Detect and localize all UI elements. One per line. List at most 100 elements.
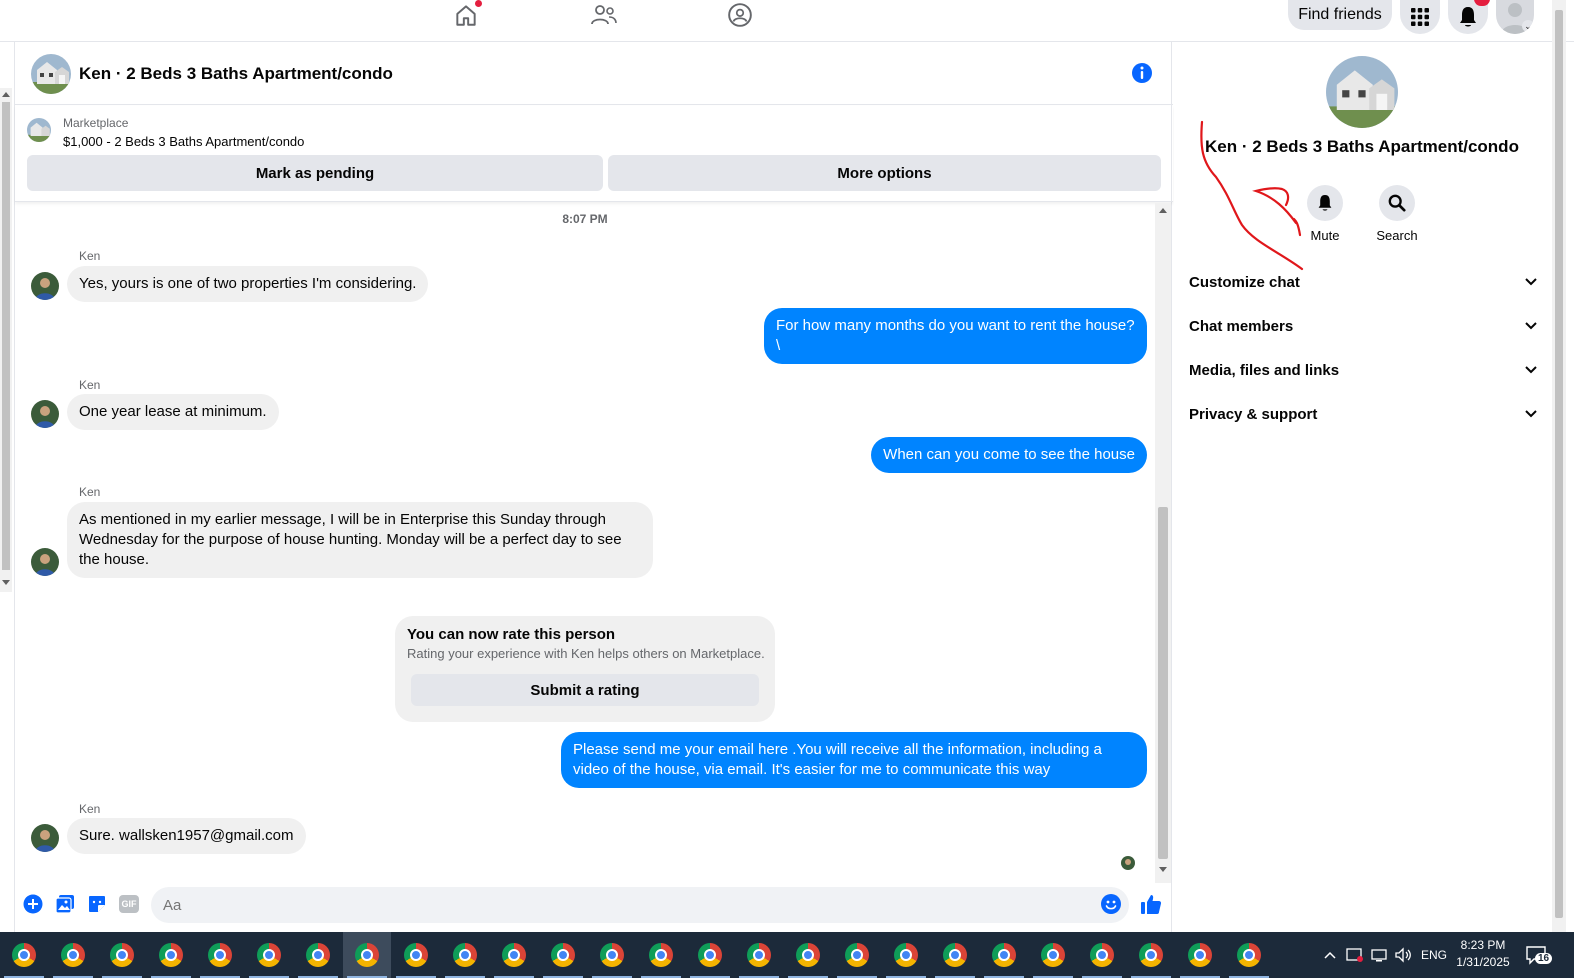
section-privacy-support[interactable]: Privacy & support xyxy=(1189,394,1537,434)
page-scrollbar[interactable] xyxy=(0,88,12,592)
section-label: Customize chat xyxy=(1189,273,1300,291)
chrome-icon xyxy=(502,943,526,967)
message-bubble-outgoing[interactable]: For how many months do you want to rent … xyxy=(764,308,1147,364)
sender-avatar[interactable] xyxy=(31,400,59,428)
taskbar-chrome-app[interactable] xyxy=(98,932,146,978)
sender-avatar[interactable] xyxy=(31,272,59,300)
taskbar-chrome-app[interactable] xyxy=(245,932,293,978)
clock[interactable]: 8:23 PM 1/31/2025 xyxy=(1448,937,1518,971)
notifications-button[interactable] xyxy=(1448,0,1490,34)
scrollbar-thumb[interactable] xyxy=(1555,10,1563,918)
taskbar-chrome-app[interactable] xyxy=(1176,932,1224,978)
sticker-icon[interactable] xyxy=(86,893,108,915)
plus-circle-icon[interactable] xyxy=(22,893,44,915)
taskbar-chrome-app[interactable] xyxy=(686,932,734,978)
listing-avatar-large[interactable] xyxy=(1326,56,1398,128)
taskbar-chrome-app[interactable] xyxy=(392,932,440,978)
account-avatar[interactable]: ⌄ xyxy=(1496,0,1534,34)
taskbar-chrome-app[interactable] xyxy=(1127,932,1175,978)
gif-icon[interactable]: GIF xyxy=(118,893,140,915)
listing-avatar[interactable] xyxy=(31,54,71,94)
taskbar-chrome-app[interactable] xyxy=(490,932,538,978)
taskbar-chrome-app[interactable] xyxy=(735,932,783,978)
message-scrollbar[interactable] xyxy=(1155,203,1171,883)
info-icon[interactable] xyxy=(1131,62,1153,84)
volume-icon[interactable] xyxy=(1394,932,1412,978)
friends-icon[interactable] xyxy=(586,0,622,30)
submit-rating-button[interactable]: Submit a rating xyxy=(411,674,759,706)
sender-avatar[interactable] xyxy=(31,824,59,852)
taskbar-chrome-app[interactable] xyxy=(1078,932,1126,978)
sender-avatar[interactable] xyxy=(31,548,59,576)
windows-taskbar: ENG 8:23 PM 1/31/2025 16 xyxy=(0,932,1574,978)
taskbar-chrome-app[interactable] xyxy=(147,932,195,978)
emoji-icon[interactable] xyxy=(1100,893,1122,915)
scrollbar-thumb[interactable] xyxy=(1158,507,1168,859)
taskbar-chrome-app[interactable] xyxy=(882,932,930,978)
listing-thumbnail[interactable] xyxy=(27,118,51,142)
scrollbar-thumb[interactable] xyxy=(2,102,10,570)
chrome-icon xyxy=(1237,943,1261,967)
sender-name: Ken xyxy=(79,802,101,816)
taskbar-chrome-app[interactable] xyxy=(0,932,48,978)
home-icon[interactable] xyxy=(448,0,484,30)
seen-indicator-avatar xyxy=(1121,856,1135,870)
taskbar-chrome-app[interactable] xyxy=(539,932,587,978)
taskbar-chrome-app[interactable] xyxy=(833,932,881,978)
sender-name: Ken xyxy=(79,378,101,392)
taskbar-chrome-app[interactable] xyxy=(784,932,832,978)
section-media-files-links[interactable]: Media, files and links xyxy=(1189,350,1537,390)
action-center-icon[interactable]: 16 xyxy=(1526,932,1553,978)
listing-price-title[interactable]: $1,000 - 2 Beds 3 Baths Apartment/condo xyxy=(63,134,304,149)
taskbar-chrome-app[interactable] xyxy=(343,932,391,978)
taskbar-chrome-app[interactable] xyxy=(49,932,97,978)
taskbar-chrome-app[interactable] xyxy=(294,932,342,978)
show-hidden-icons-icon[interactable] xyxy=(1324,932,1336,978)
chrome-icon xyxy=(306,943,330,967)
scroll-down-arrow-icon[interactable] xyxy=(1159,867,1167,872)
security-icon[interactable] xyxy=(1346,932,1364,978)
message-bubble-incoming[interactable]: Yes, yours is one of two properties I'm … xyxy=(67,266,429,302)
network-icon[interactable] xyxy=(1370,932,1388,978)
details-scrollbar[interactable] xyxy=(1552,0,1566,932)
language-indicator[interactable]: ENG xyxy=(1421,932,1447,978)
message-composer: GIF xyxy=(15,885,1173,925)
search-action[interactable]: Search xyxy=(1367,185,1427,243)
message-bubble-incoming[interactable]: Sure. wallsken1957@gmail.com xyxy=(67,818,306,854)
message-bubble-outgoing[interactable]: Please send me your email here .You will… xyxy=(561,732,1147,788)
taskbar-chrome-app[interactable] xyxy=(931,932,979,978)
taskbar-chrome-app[interactable] xyxy=(1029,932,1077,978)
find-friends-button[interactable]: Find friends xyxy=(1288,0,1392,30)
chrome-icon xyxy=(1041,943,1065,967)
taskbar-chrome-app[interactable] xyxy=(441,932,489,978)
clock-time: 8:23 PM xyxy=(1460,938,1506,952)
chrome-icon xyxy=(355,943,379,967)
bell-icon[interactable] xyxy=(1307,185,1343,221)
taskbar-chrome-app[interactable] xyxy=(980,932,1028,978)
menu-grid-icon[interactable] xyxy=(1400,0,1440,34)
groups-icon[interactable] xyxy=(722,0,758,30)
chevron-down-icon xyxy=(1525,366,1537,374)
chrome-icon xyxy=(894,943,918,967)
message-bubble-incoming[interactable]: As mentioned in my earlier message, I wi… xyxy=(67,502,653,578)
taskbar-chrome-app[interactable] xyxy=(588,932,636,978)
section-label: Media, files and links xyxy=(1189,361,1340,379)
scroll-up-arrow-icon[interactable] xyxy=(2,92,10,97)
section-chat-members[interactable]: Chat members xyxy=(1189,306,1537,346)
taskbar-chrome-app[interactable] xyxy=(196,932,244,978)
taskbar-chrome-app[interactable] xyxy=(637,932,685,978)
scroll-up-arrow-icon[interactable] xyxy=(1159,208,1167,213)
search-icon[interactable] xyxy=(1379,185,1415,221)
scroll-down-arrow-icon[interactable] xyxy=(2,580,10,585)
message-bubble-incoming[interactable]: One year lease at minimum. xyxy=(67,394,279,430)
mark-as-pending-button[interactable]: Mark as pending xyxy=(27,155,603,191)
section-customize-chat[interactable]: Customize chat xyxy=(1189,262,1537,302)
photo-icon[interactable] xyxy=(54,893,76,915)
thumbs-up-icon[interactable] xyxy=(1140,893,1162,915)
chevron-down-icon xyxy=(1525,322,1537,330)
taskbar-chrome-app[interactable] xyxy=(1225,932,1273,978)
message-input[interactable] xyxy=(151,887,1129,923)
mute-action[interactable]: Mute xyxy=(1295,185,1355,243)
more-options-button[interactable]: More options xyxy=(608,155,1161,191)
message-bubble-outgoing[interactable]: When can you come to see the house xyxy=(871,437,1147,473)
